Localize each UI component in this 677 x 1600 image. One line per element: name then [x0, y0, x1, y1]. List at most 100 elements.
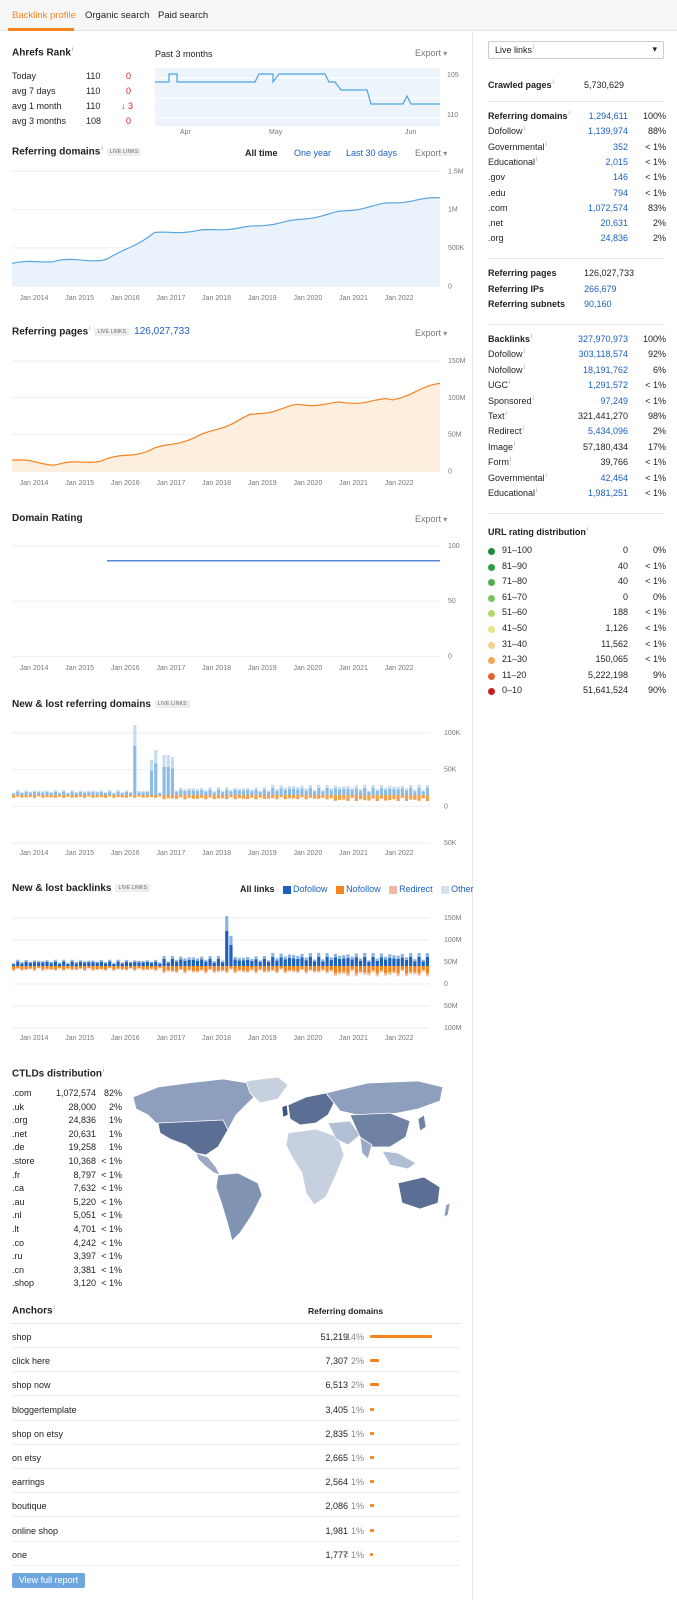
y-tick-label: 0	[448, 468, 452, 475]
info-icon[interactable]: i	[509, 380, 510, 386]
ctld-row[interactable]: .co 4,242 < 1%	[12, 1238, 122, 1251]
bar-positive	[287, 788, 292, 795]
anchor-row[interactable]: boutique 2,086 1%	[12, 1493, 460, 1518]
info-icon[interactable]: i	[531, 334, 532, 340]
info-icon[interactable]: i	[536, 488, 537, 494]
rating-value: 0	[622, 545, 628, 555]
stat-value[interactable]: 1,291,572	[588, 380, 628, 390]
bar-negative	[112, 969, 116, 971]
stat-value[interactable]: 42,464	[600, 473, 628, 483]
ctld-row[interactable]: .lt 4,701 < 1%	[12, 1224, 122, 1237]
stat-label: Educationali	[488, 157, 537, 167]
ctld-row[interactable]: .fr 8,797 < 1%	[12, 1170, 122, 1183]
export-button[interactable]: Export	[415, 514, 447, 524]
ctld-row[interactable]: .shop 3,120 < 1%	[12, 1278, 122, 1291]
stat-value[interactable]: 1,294,611	[589, 111, 628, 121]
anchor-row[interactable]: shop now 6,513 2%	[12, 1372, 460, 1397]
stat-value[interactable]: 18,191,762	[583, 365, 628, 375]
info-icon[interactable]: i	[101, 146, 102, 152]
stat-value[interactable]: 327,970,973	[578, 334, 628, 344]
tab-backlink-profile[interactable]: Backlink profile	[12, 10, 76, 21]
bar-positive	[162, 958, 166, 966]
info-icon[interactable]: i	[546, 473, 547, 479]
stat-value[interactable]: 2,015	[605, 157, 628, 167]
stat-value[interactable]: 266,679	[584, 284, 617, 294]
stat-value[interactable]: 24,836	[600, 233, 628, 243]
referring-pages-total[interactable]: 126,027,733	[134, 326, 190, 337]
info-icon[interactable]: i	[533, 396, 534, 402]
tab-organic-search[interactable]: Organic search	[85, 10, 149, 21]
info-icon[interactable]: i	[510, 457, 511, 463]
bar-negative	[74, 966, 78, 970]
view-full-report-button[interactable]: View full report	[12, 1573, 85, 1588]
anchor-row[interactable]: shop on etsy 2,835 1%	[12, 1421, 460, 1445]
stat-value[interactable]: 352	[613, 142, 628, 152]
anchor-row[interactable]: on etsy 2,665 1%	[12, 1445, 460, 1469]
bar-negative	[45, 968, 49, 970]
ctld-row[interactable]: .uk 28,000 2%	[12, 1102, 122, 1115]
stat-value[interactable]: 794	[613, 188, 628, 198]
info-icon[interactable]: i	[506, 411, 507, 417]
ctld-row[interactable]: .com 1,072,574 82%	[12, 1088, 122, 1101]
ctld-row[interactable]: .ca 7,632 < 1%	[12, 1183, 122, 1196]
export-button[interactable]: Export	[415, 328, 447, 338]
ctld-row[interactable]: .net 20,631 1%	[12, 1129, 122, 1142]
ctld-row[interactable]: .store 10,368 < 1%	[12, 1156, 122, 1169]
info-icon[interactable]: i	[524, 126, 525, 132]
info-icon[interactable]: i	[514, 442, 515, 448]
legend-redirect[interactable]: Redirect	[399, 884, 433, 894]
anchor-row[interactable]: click here 7,307 2%	[12, 1348, 460, 1373]
info-icon[interactable]: i	[546, 142, 547, 148]
info-icon[interactable]: i	[536, 157, 537, 163]
info-icon[interactable]: i	[72, 47, 73, 53]
anchor-row[interactable]: earrings 2,564 1%	[12, 1469, 460, 1494]
bar-positive	[212, 962, 216, 966]
anchor-row[interactable]: one 1,777 < 1%	[12, 1542, 460, 1566]
anchor-row[interactable]: shop 51,219 14%	[12, 1324, 460, 1348]
bar-positive	[158, 962, 162, 964]
anchor-row[interactable]: online shop 1,981 1%	[12, 1518, 460, 1542]
rating-value: 51,641,524	[582, 685, 628, 696]
stat-value[interactable]: 90,160	[584, 299, 612, 309]
stat-value[interactable]: 1,139,974	[588, 126, 628, 136]
info-icon[interactable]: i	[89, 326, 90, 332]
info-icon[interactable]: i	[569, 111, 570, 117]
info-icon[interactable]: i	[524, 365, 525, 371]
legend-other[interactable]: Other	[451, 884, 474, 894]
time-tab-all[interactable]: All time	[245, 148, 278, 158]
info-icon[interactable]: i	[54, 1305, 55, 1311]
export-button[interactable]: Export	[415, 148, 447, 158]
bar-negative	[112, 966, 116, 970]
tab-paid-search[interactable]: Paid search	[158, 10, 208, 21]
stat-value[interactable]: 146	[613, 172, 628, 182]
stat-value[interactable]: 303,118,574	[579, 349, 628, 359]
ctld-row[interactable]: .au 5,220 < 1%	[12, 1197, 122, 1210]
stat-value[interactable]: 5,434,096	[588, 426, 628, 436]
ctld-row[interactable]: .de 19,258 1%	[12, 1142, 122, 1155]
stat-row: Texti 321,441,270 98%	[488, 411, 666, 425]
export-button[interactable]: Export	[415, 48, 447, 58]
ctld-row[interactable]: .nl 5,051 < 1%	[12, 1210, 122, 1223]
stat-value[interactable]: 97,249	[600, 396, 628, 406]
time-tab-last-30-days[interactable]: Last 30 days	[346, 148, 397, 158]
info-icon[interactable]: i	[103, 1068, 104, 1074]
ctld-row[interactable]: .org 24,836 1%	[12, 1115, 122, 1128]
stat-value[interactable]: 1,981,251	[588, 488, 628, 498]
legend-all-links[interactable]: All links	[240, 884, 275, 894]
anchor-row[interactable]: bloggertemplate 3,405 1%	[12, 1397, 460, 1421]
stat-value[interactable]: 1,072,574	[588, 203, 628, 213]
ctld-name: .au	[12, 1196, 25, 1207]
bar-positive	[83, 791, 87, 793]
legend-dofollow[interactable]: Dofollow	[293, 884, 328, 894]
ctld-row[interactable]: .ru 3,397 < 1%	[12, 1251, 122, 1264]
ctld-row[interactable]: .cn 3,381 < 1%	[12, 1265, 122, 1278]
legend-nofollow[interactable]: Nofollow	[346, 884, 381, 894]
time-tab-one-year[interactable]: One year	[294, 148, 331, 158]
info-icon[interactable]: i	[523, 426, 524, 432]
live-links-select[interactable]: Live linksi	[488, 41, 664, 59]
bar-positive	[413, 791, 417, 795]
bar-positive	[404, 788, 409, 791]
stat-value[interactable]: 20,631	[600, 218, 628, 228]
info-icon[interactable]: i	[587, 527, 588, 533]
info-icon[interactable]: i	[524, 349, 525, 355]
